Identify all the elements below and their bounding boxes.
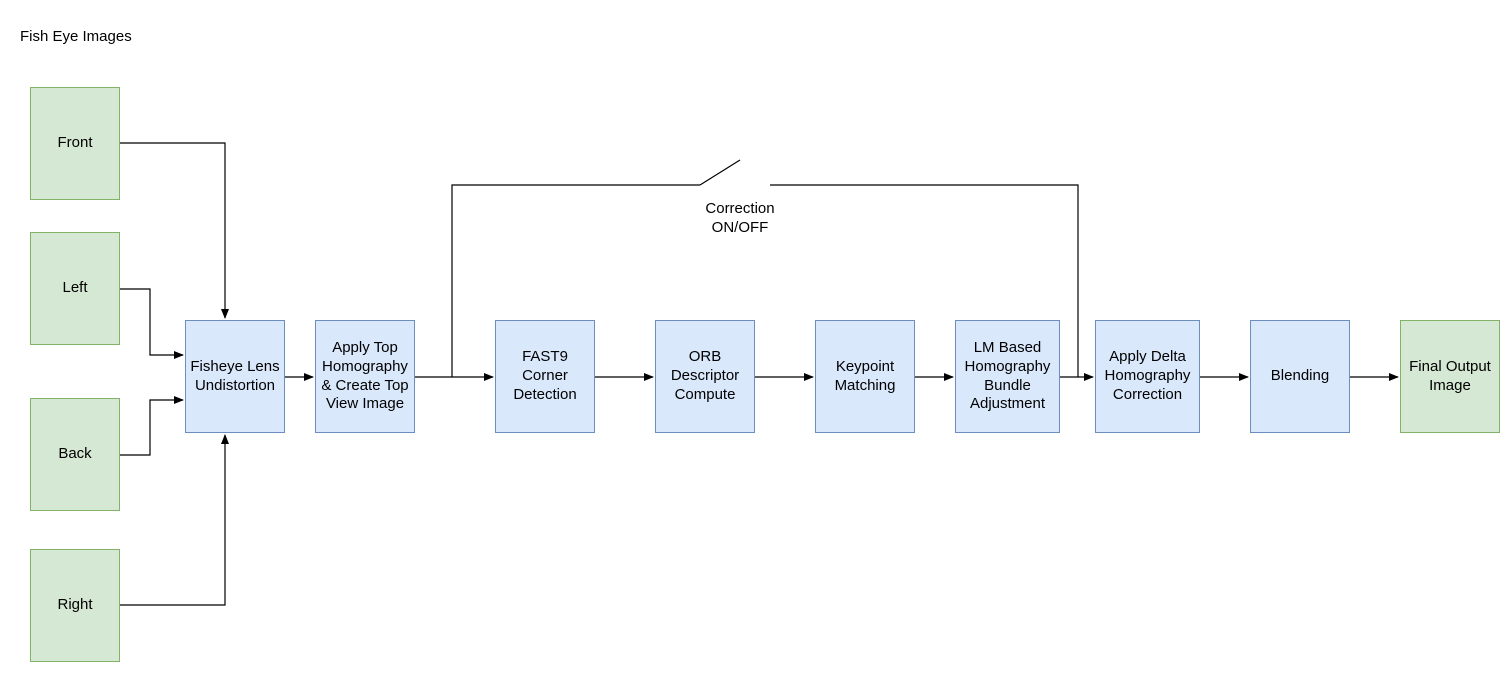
stage-match: Keypoint Matching xyxy=(815,320,915,433)
switch-label: Correction ON/OFF xyxy=(680,200,800,238)
diagram-title: Fish Eye Images xyxy=(20,28,132,47)
stage-fast9: FAST9 Corner Detection xyxy=(495,320,595,433)
stage-lm: LM Based Homography Bundle Adjustment xyxy=(955,320,1060,433)
stage-orb: ORB Descriptor Compute xyxy=(655,320,755,433)
stage-topview: Apply Top Homography & Create Top View I… xyxy=(315,320,415,433)
stage-delta: Apply Delta Homography Correction xyxy=(1095,320,1200,433)
input-back: Back xyxy=(30,398,120,511)
input-front: Front xyxy=(30,87,120,200)
output-final: Final Output Image xyxy=(1400,320,1500,433)
diagram-canvas: Fish Eye Images Front Left Back Right Fi… xyxy=(0,0,1511,689)
stage-blend: Blending xyxy=(1250,320,1350,433)
input-right: Right xyxy=(30,549,120,662)
stage-undistort: Fisheye Lens Undistortion xyxy=(185,320,285,433)
input-left: Left xyxy=(30,232,120,345)
